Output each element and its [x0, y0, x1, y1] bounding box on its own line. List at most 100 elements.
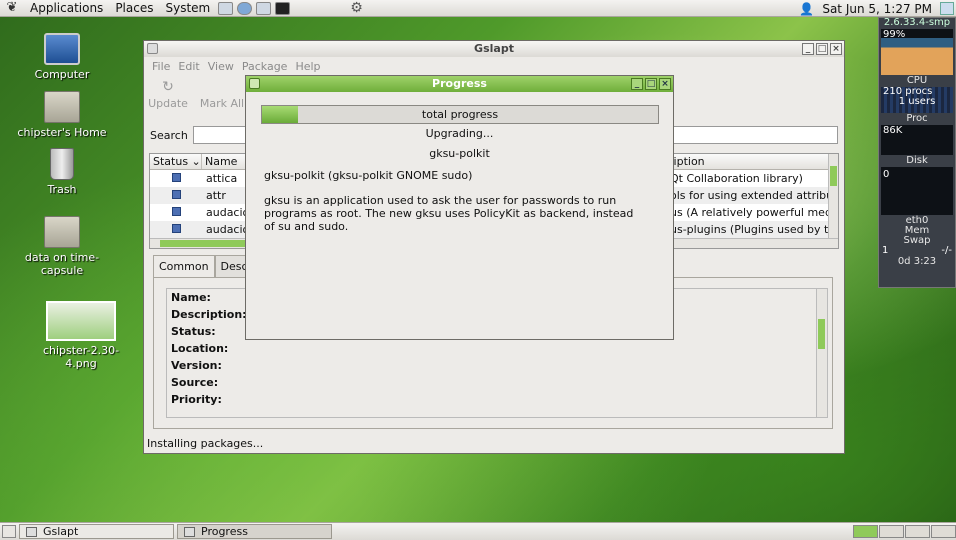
mark-all-label: Mark All [199, 97, 245, 110]
workspace-switcher [853, 525, 956, 538]
cpu-label: CPU [906, 75, 928, 86]
workspace-4[interactable] [931, 525, 956, 538]
desktop-icon-computer[interactable]: Computer [17, 33, 107, 81]
window-title: Gslapt [474, 42, 514, 55]
package-heading: gksu-polkit (gksu-polkit GNOME sudo) [264, 169, 473, 182]
desktop-icon-home[interactable]: chipster's Home [17, 91, 107, 139]
desktop-icon-screenshot[interactable]: chipster-2.30-4.png [36, 301, 126, 370]
field-version: Version: [171, 359, 222, 372]
cpu-percent: 99% [883, 29, 906, 40]
mail-count: 1 [882, 245, 889, 256]
file-manager-launcher-icon[interactable] [218, 1, 234, 15]
window-menu-icon[interactable] [249, 78, 260, 89]
gslapt-task-icon [26, 526, 37, 537]
menu-file[interactable]: File [148, 60, 174, 73]
maximize-button[interactable]: □ [816, 43, 828, 55]
disk-value: 0 [883, 169, 890, 180]
field-source: Source: [171, 376, 219, 389]
workspace-3[interactable] [905, 525, 930, 538]
package-summary: gksu is an application used to ask the u… [264, 194, 634, 233]
user-icon[interactable]: 👤 [799, 2, 814, 16]
menu-package[interactable]: Package [238, 60, 292, 73]
system-menu[interactable]: System [159, 1, 216, 15]
places-menu[interactable]: Places [109, 1, 159, 15]
progress-task-icon [184, 526, 195, 537]
workspace-1[interactable] [853, 525, 878, 538]
minimize-button[interactable]: _ [631, 78, 643, 90]
web-browser-launcher-icon[interactable] [237, 1, 253, 15]
close-button[interactable]: × [830, 43, 842, 55]
package-description: Qt Collaboration library) [670, 172, 803, 185]
column-status[interactable]: Status ⌄ [150, 154, 202, 169]
network-folder-icon [44, 216, 80, 248]
desktop-icon-label: chipster-2.30-4.png [42, 344, 120, 370]
proc-value: 86K [883, 125, 903, 136]
gslapt-titlebar[interactable]: Gslapt _ □ × [144, 41, 844, 57]
top-panel: ❦ Applications Places System ⚙ 👤 Sat Jun… [0, 0, 956, 17]
minimize-button[interactable]: _ [802, 43, 814, 55]
taskbar-gslapt[interactable]: Gslapt [19, 524, 174, 539]
package-description: us (A relatively powerful med [670, 206, 832, 219]
bottom-panel: Gslapt Progress [0, 522, 956, 540]
window-menu-icon[interactable] [147, 43, 158, 54]
status-not-installed-icon [171, 224, 181, 233]
workspace-2[interactable] [879, 525, 904, 538]
table-vertical-scrollbar[interactable] [828, 154, 838, 248]
disk-label: Disk [906, 155, 928, 166]
menu-help[interactable]: Help [291, 60, 324, 73]
update-label: Update [148, 97, 188, 110]
package-text: gksu-polkit [429, 147, 490, 160]
desktop-icon-label: Computer [34, 68, 90, 81]
mark-all-button[interactable]: Mark All [192, 75, 252, 115]
menubar: File Edit View Package Help [144, 57, 844, 75]
home-folder-icon [44, 91, 80, 123]
desktop-icon-label: chipster's Home [17, 126, 107, 139]
details-scrollbar[interactable] [816, 289, 827, 417]
field-priority: Priority: [171, 393, 222, 406]
desktop-icon-label: Trash [47, 183, 77, 196]
computer-icon [44, 33, 80, 65]
total-progress-bar: total progress [261, 105, 659, 124]
maximize-button[interactable]: □ [645, 78, 657, 90]
status-not-installed-icon [171, 207, 181, 216]
dialog-title: Progress [432, 77, 487, 90]
image-thumbnail-icon [46, 301, 116, 341]
refresh-icon: ↻ [162, 79, 174, 95]
update-button[interactable]: ↻ Update [144, 75, 192, 115]
swap-value: -/- [941, 245, 952, 256]
status-not-installed-icon [171, 173, 181, 182]
mail-launcher-icon[interactable] [256, 1, 272, 15]
clock[interactable]: Sat Jun 5, 1:27 PM [814, 2, 940, 16]
proc-label: Proc [906, 113, 928, 124]
desktop-icon-label: data on time-capsule [24, 251, 100, 277]
trash-applet-icon[interactable] [940, 2, 954, 15]
network-applet-icon[interactable]: ⚙ [350, 0, 363, 16]
search-row: Search [150, 129, 188, 142]
menu-edit[interactable]: Edit [174, 60, 203, 73]
procs-graph: 210 procs 1 users [881, 87, 953, 113]
show-desktop-button[interactable] [2, 525, 16, 538]
status-not-installed-icon [171, 190, 181, 199]
menu-view[interactable]: View [204, 60, 238, 73]
uptime: 0d 3:23 [897, 256, 937, 267]
package-description: ols for using extended attribu [670, 189, 834, 202]
progress-dialog: Progress _ □ × total progress Upgrading.… [245, 75, 674, 340]
gnome-foot-icon[interactable]: ❦ [4, 1, 20, 15]
proc-graph: 86K [881, 125, 953, 155]
close-button[interactable]: × [659, 78, 671, 90]
system-monitor: 2.6.33.4-smp 99% CPU 210 procs 1 users P… [878, 17, 956, 288]
progress-titlebar[interactable]: Progress _ □ × [246, 76, 673, 92]
search-label: Search [150, 129, 188, 142]
cpu-graph: 99% [881, 29, 953, 75]
users-count: 1 users [898, 96, 936, 107]
tab-common[interactable]: Common [153, 255, 215, 277]
applications-menu[interactable]: Applications [24, 1, 109, 15]
mark-all-icon [192, 79, 252, 97]
field-location: Location: [171, 342, 229, 355]
package-description: us-plugins (Plugins used by t [670, 223, 829, 236]
desktop-icon-time-capsule[interactable]: data on time-capsule [17, 216, 107, 277]
taskbar-progress[interactable]: Progress [177, 524, 332, 539]
status-bar: Installing packages... [147, 437, 264, 450]
terminal-launcher-icon[interactable] [275, 1, 291, 15]
desktop-icon-trash[interactable]: Trash [17, 148, 107, 196]
